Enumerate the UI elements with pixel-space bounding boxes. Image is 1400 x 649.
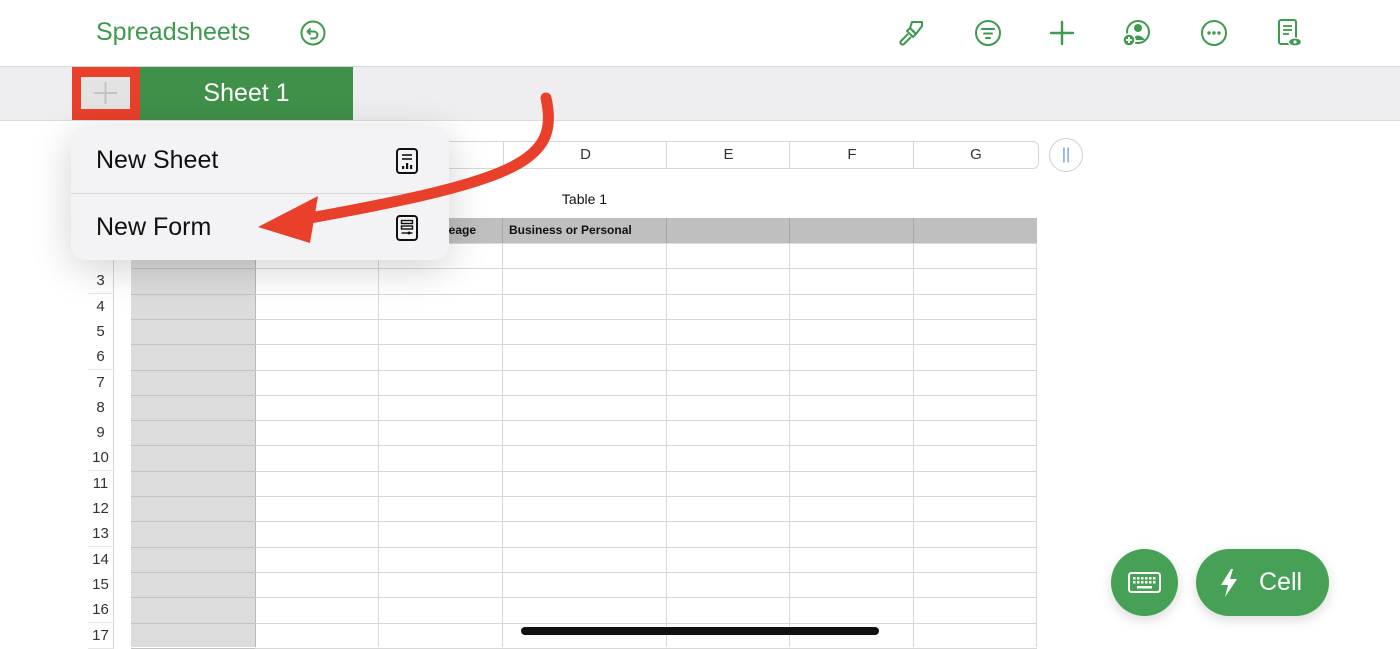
gridline-horizontal — [131, 369, 255, 371]
gridline-horizontal — [255, 496, 1037, 497]
plus-icon — [94, 82, 117, 104]
gridline-horizontal — [255, 622, 1037, 624]
row-number-10[interactable]: 10 — [88, 445, 114, 472]
gridline-vertical — [502, 243, 503, 647]
tab-sheet-1[interactable]: Sheet 1 — [140, 67, 353, 120]
gridline-horizontal — [131, 420, 255, 422]
gridline-horizontal — [255, 394, 1037, 396]
toolbar: Spreadsheets — [0, 0, 1400, 67]
paintbrush-icon[interactable] — [895, 17, 927, 49]
cell-button-label: Cell — [1259, 568, 1303, 596]
gridline-vertical — [913, 243, 914, 647]
gridline-horizontal — [131, 597, 255, 599]
gridline-vertical — [378, 243, 379, 647]
collaborate-icon[interactable] — [1120, 17, 1152, 49]
gridline-horizontal — [255, 318, 1037, 320]
table-title[interactable]: Table 1 — [503, 191, 666, 207]
spreadsheets-back-button[interactable]: Spreadsheets — [96, 18, 250, 47]
header-cell-e[interactable] — [666, 218, 789, 243]
header-cell-g[interactable] — [913, 218, 1037, 243]
gridline-horizontal — [255, 521, 1037, 523]
plus-icon[interactable] — [1046, 17, 1078, 49]
gridline-horizontal — [255, 546, 1037, 548]
row-number-12[interactable]: 12 — [88, 496, 114, 522]
add-sheet-button[interactable] — [72, 67, 140, 120]
row-number-15[interactable]: 15 — [88, 571, 114, 598]
undo-icon[interactable] — [300, 20, 326, 46]
gridline-horizontal — [255, 293, 1037, 295]
gridline-horizontal — [131, 571, 255, 573]
gridline-horizontal — [255, 597, 1037, 599]
menu-item-new-sheet[interactable]: New Sheet — [71, 127, 449, 193]
keyboard-button[interactable] — [1111, 549, 1178, 616]
row-number-17[interactable]: 17 — [88, 622, 114, 649]
gridline-horizontal — [131, 521, 255, 523]
row-number-9[interactable]: 9 — [88, 420, 114, 447]
filter-icon[interactable] — [972, 17, 1004, 49]
gridline-horizontal — [131, 293, 255, 295]
gridline-horizontal — [131, 344, 255, 346]
gridline-horizontal — [131, 268, 255, 270]
gridline-horizontal — [131, 546, 255, 548]
menu-item-label: New Sheet — [96, 146, 219, 174]
column-header-g[interactable]: G — [913, 142, 1038, 168]
gridline-horizontal — [255, 445, 1037, 447]
gridline-vertical — [789, 243, 790, 647]
gridline-horizontal — [255, 344, 1037, 346]
cell-action-button[interactable]: Cell — [1196, 549, 1329, 616]
form-icon — [396, 215, 418, 241]
add-sheet-menu: New Sheet New Form — [71, 127, 449, 260]
column-header-f[interactable]: F — [789, 142, 914, 168]
gridline-horizontal — [255, 571, 1037, 573]
row-number-8[interactable]: 8 — [88, 394, 114, 421]
menu-item-label: New Form — [96, 213, 212, 241]
row-number-5[interactable]: 5 — [88, 318, 114, 345]
row-number-16[interactable]: 16 — [88, 597, 114, 624]
row-number-11[interactable]: 11 — [88, 470, 114, 497]
gridline-horizontal — [131, 394, 255, 396]
home-indicator — [521, 627, 879, 635]
row-number-13[interactable]: 13 — [88, 521, 114, 548]
row-number-14[interactable]: 14 — [88, 546, 114, 573]
keyboard-icon — [1128, 572, 1161, 593]
gridline-horizontal — [131, 496, 255, 497]
reader-view-icon[interactable] — [1273, 17, 1305, 49]
gridline-horizontal — [255, 420, 1037, 422]
freeze-columns-button[interactable]: || — [1049, 138, 1083, 172]
row-number-6[interactable]: 6 — [88, 344, 114, 371]
sheet-chart-icon — [396, 148, 418, 174]
gridline-horizontal — [131, 445, 255, 447]
row-number-7[interactable]: 7 — [88, 369, 114, 396]
row-number-3[interactable]: 3 — [88, 268, 114, 295]
header-cell-f[interactable] — [789, 218, 913, 243]
row-number-4[interactable]: 4 — [88, 293, 114, 320]
header-cell-business-or-personal[interactable]: Business or Personal — [502, 218, 666, 243]
gridline-vertical — [1036, 243, 1037, 647]
gridline-horizontal — [131, 318, 255, 320]
menu-item-new-form[interactable]: New Form — [71, 194, 449, 260]
add-sheet-button-bg — [81, 77, 130, 109]
gridline-horizontal — [255, 470, 1037, 472]
gridline-horizontal — [255, 268, 1037, 270]
more-icon[interactable] — [1198, 17, 1230, 49]
column-header-e[interactable]: E — [666, 142, 790, 168]
gridline-vertical — [666, 243, 667, 647]
lightning-icon — [1221, 569, 1237, 597]
column-header-d[interactable]: D — [503, 142, 667, 168]
gridline-horizontal — [131, 470, 255, 472]
gridline-horizontal — [131, 622, 255, 624]
gridline-horizontal — [255, 369, 1037, 371]
